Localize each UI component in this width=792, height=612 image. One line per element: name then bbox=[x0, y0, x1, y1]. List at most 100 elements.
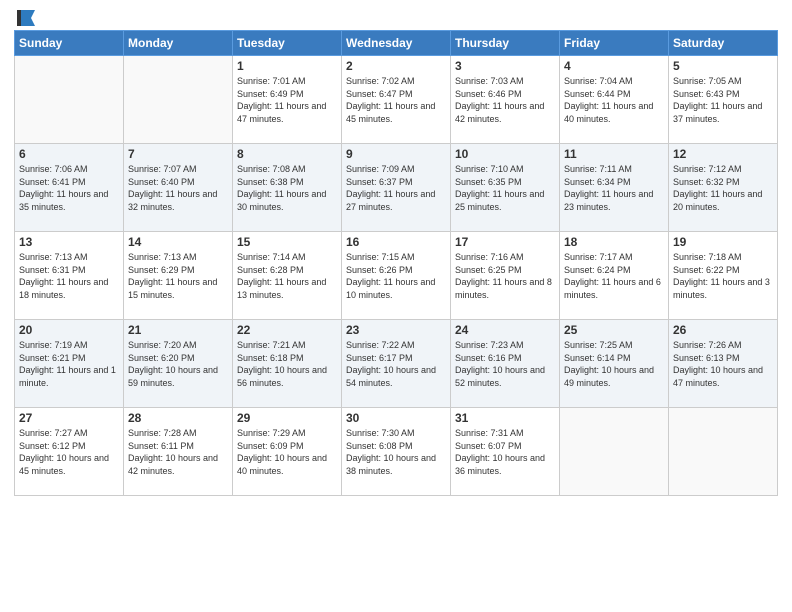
day-info: Sunrise: 7:14 AM Sunset: 6:28 PM Dayligh… bbox=[237, 251, 337, 301]
day-number: 30 bbox=[346, 411, 446, 425]
day-number: 29 bbox=[237, 411, 337, 425]
calendar-cell: 27 Sunrise: 7:27 AM Sunset: 6:12 PM Dayli… bbox=[15, 408, 124, 496]
day-info: Sunrise: 7:29 AM Sunset: 6:09 PM Dayligh… bbox=[237, 427, 337, 477]
calendar-cell: 15 Sunrise: 7:14 AM Sunset: 6:28 PM Dayli… bbox=[233, 232, 342, 320]
day-info: Sunrise: 7:15 AM Sunset: 6:26 PM Dayligh… bbox=[346, 251, 446, 301]
day-number: 18 bbox=[564, 235, 664, 249]
day-info: Sunrise: 7:01 AM Sunset: 6:49 PM Dayligh… bbox=[237, 75, 337, 125]
calendar-week-3: 20Sunrise: 7:19 AM Sunset: 6:21 PM Dayli… bbox=[15, 320, 778, 408]
day-number: 7 bbox=[128, 147, 228, 161]
day-info: Sunrise: 7:21 AM Sunset: 6:18 PM Dayligh… bbox=[237, 339, 337, 389]
calendar-cell: 1 Sunrise: 7:01 AM Sunset: 6:49 PM Daylig… bbox=[233, 56, 342, 144]
calendar-cell: 7 Sunrise: 7:07 AM Sunset: 6:40 PM Daylig… bbox=[124, 144, 233, 232]
day-number: 19 bbox=[673, 235, 773, 249]
calendar-cell: 29 Sunrise: 7:29 AM Sunset: 6:09 PM Dayli… bbox=[233, 408, 342, 496]
calendar-cell bbox=[124, 56, 233, 144]
day-header-tuesday: Tuesday bbox=[233, 31, 342, 56]
calendar-cell: 31 Sunrise: 7:31 AM Sunset: 6:07 PM Dayli… bbox=[451, 408, 560, 496]
day-info: Sunrise: 7:27 AM Sunset: 6:12 PM Dayligh… bbox=[19, 427, 119, 477]
calendar-cell: 2 Sunrise: 7:02 AM Sunset: 6:47 PM Daylig… bbox=[342, 56, 451, 144]
day-number: 15 bbox=[237, 235, 337, 249]
day-info: Sunrise: 7:12 AM Sunset: 6:32 PM Dayligh… bbox=[673, 163, 773, 213]
day-header-saturday: Saturday bbox=[669, 31, 778, 56]
day-info: Sunrise: 7:26 AM Sunset: 6:13 PM Dayligh… bbox=[673, 339, 773, 389]
day-info: Sunrise: 7:08 AM Sunset: 6:38 PM Dayligh… bbox=[237, 163, 337, 213]
day-number: 23 bbox=[346, 323, 446, 337]
logo-flag-icon bbox=[17, 10, 35, 26]
day-info: Sunrise: 7:11 AM Sunset: 6:34 PM Dayligh… bbox=[564, 163, 664, 213]
day-header-thursday: Thursday bbox=[451, 31, 560, 56]
day-number: 11 bbox=[564, 147, 664, 161]
day-number: 31 bbox=[455, 411, 555, 425]
day-info: Sunrise: 7:13 AM Sunset: 6:29 PM Dayligh… bbox=[128, 251, 228, 301]
day-info: Sunrise: 7:22 AM Sunset: 6:17 PM Dayligh… bbox=[346, 339, 446, 389]
day-header-monday: Monday bbox=[124, 31, 233, 56]
day-number: 21 bbox=[128, 323, 228, 337]
calendar-week-0: 1 Sunrise: 7:01 AM Sunset: 6:49 PM Daylig… bbox=[15, 56, 778, 144]
logo bbox=[14, 10, 35, 24]
day-number: 13 bbox=[19, 235, 119, 249]
day-number: 10 bbox=[455, 147, 555, 161]
day-number: 6 bbox=[19, 147, 119, 161]
calendar-cell: 13 Sunrise: 7:13 AM Sunset: 6:31 PM Dayli… bbox=[15, 232, 124, 320]
calendar-cell: 20Sunrise: 7:19 AM Sunset: 6:21 PM Dayli… bbox=[15, 320, 124, 408]
calendar-week-2: 13 Sunrise: 7:13 AM Sunset: 6:31 PM Dayli… bbox=[15, 232, 778, 320]
day-info: Sunrise: 7:30 AM Sunset: 6:08 PM Dayligh… bbox=[346, 427, 446, 477]
day-header-wednesday: Wednesday bbox=[342, 31, 451, 56]
calendar-cell: 11 Sunrise: 7:11 AM Sunset: 6:34 PM Dayli… bbox=[560, 144, 669, 232]
day-info: Sunrise: 7:19 AM Sunset: 6:21 PM Dayligh… bbox=[19, 339, 119, 389]
calendar-cell: 25 Sunrise: 7:25 AM Sunset: 6:14 PM Dayli… bbox=[560, 320, 669, 408]
day-info: Sunrise: 7:23 AM Sunset: 6:16 PM Dayligh… bbox=[455, 339, 555, 389]
day-info: Sunrise: 7:03 AM Sunset: 6:46 PM Dayligh… bbox=[455, 75, 555, 125]
day-info: Sunrise: 7:16 AM Sunset: 6:25 PM Dayligh… bbox=[455, 251, 555, 301]
header bbox=[14, 10, 778, 24]
day-info: Sunrise: 7:18 AM Sunset: 6:22 PM Dayligh… bbox=[673, 251, 773, 301]
day-header-sunday: Sunday bbox=[15, 31, 124, 56]
day-info: Sunrise: 7:04 AM Sunset: 6:44 PM Dayligh… bbox=[564, 75, 664, 125]
day-number: 8 bbox=[237, 147, 337, 161]
day-info: Sunrise: 7:07 AM Sunset: 6:40 PM Dayligh… bbox=[128, 163, 228, 213]
calendar-cell: 3 Sunrise: 7:03 AM Sunset: 6:46 PM Daylig… bbox=[451, 56, 560, 144]
calendar-cell bbox=[669, 408, 778, 496]
calendar-table: SundayMondayTuesdayWednesdayThursdayFrid… bbox=[14, 30, 778, 496]
day-info: Sunrise: 7:25 AM Sunset: 6:14 PM Dayligh… bbox=[564, 339, 664, 389]
calendar-cell: 9 Sunrise: 7:09 AM Sunset: 6:37 PM Daylig… bbox=[342, 144, 451, 232]
calendar-cell: 6Sunrise: 7:06 AM Sunset: 6:41 PM Daylig… bbox=[15, 144, 124, 232]
day-number: 14 bbox=[128, 235, 228, 249]
calendar-cell: 23 Sunrise: 7:22 AM Sunset: 6:17 PM Dayli… bbox=[342, 320, 451, 408]
day-number: 9 bbox=[346, 147, 446, 161]
day-info: Sunrise: 7:13 AM Sunset: 6:31 PM Dayligh… bbox=[19, 251, 119, 301]
day-info: Sunrise: 7:02 AM Sunset: 6:47 PM Dayligh… bbox=[346, 75, 446, 125]
day-number: 5 bbox=[673, 59, 773, 73]
day-number: 25 bbox=[564, 323, 664, 337]
calendar-cell: 22Sunrise: 7:21 AM Sunset: 6:18 PM Dayli… bbox=[233, 320, 342, 408]
day-info: Sunrise: 7:17 AM Sunset: 6:24 PM Dayligh… bbox=[564, 251, 664, 301]
page: SundayMondayTuesdayWednesdayThursdayFrid… bbox=[0, 0, 792, 612]
day-number: 1 bbox=[237, 59, 337, 73]
day-info: Sunrise: 7:31 AM Sunset: 6:07 PM Dayligh… bbox=[455, 427, 555, 477]
day-number: 3 bbox=[455, 59, 555, 73]
day-number: 27 bbox=[19, 411, 119, 425]
calendar-cell: 12Sunrise: 7:12 AM Sunset: 6:32 PM Dayli… bbox=[669, 144, 778, 232]
calendar-cell: 18 Sunrise: 7:17 AM Sunset: 6:24 PM Dayli… bbox=[560, 232, 669, 320]
day-header-friday: Friday bbox=[560, 31, 669, 56]
day-info: Sunrise: 7:10 AM Sunset: 6:35 PM Dayligh… bbox=[455, 163, 555, 213]
day-number: 17 bbox=[455, 235, 555, 249]
calendar-cell: 30 Sunrise: 7:30 AM Sunset: 6:08 PM Dayli… bbox=[342, 408, 451, 496]
calendar-week-4: 27 Sunrise: 7:27 AM Sunset: 6:12 PM Dayli… bbox=[15, 408, 778, 496]
calendar-cell: 26Sunrise: 7:26 AM Sunset: 6:13 PM Dayli… bbox=[669, 320, 778, 408]
logo-row bbox=[14, 10, 35, 26]
day-number: 28 bbox=[128, 411, 228, 425]
calendar-cell: 28Sunrise: 7:28 AM Sunset: 6:11 PM Dayli… bbox=[124, 408, 233, 496]
day-info: Sunrise: 7:09 AM Sunset: 6:37 PM Dayligh… bbox=[346, 163, 446, 213]
calendar-cell: 17 Sunrise: 7:16 AM Sunset: 6:25 PM Dayli… bbox=[451, 232, 560, 320]
day-number: 16 bbox=[346, 235, 446, 249]
day-number: 4 bbox=[564, 59, 664, 73]
day-info: Sunrise: 7:20 AM Sunset: 6:20 PM Dayligh… bbox=[128, 339, 228, 389]
calendar-week-1: 6Sunrise: 7:06 AM Sunset: 6:41 PM Daylig… bbox=[15, 144, 778, 232]
calendar-cell: 21 Sunrise: 7:20 AM Sunset: 6:20 PM Dayli… bbox=[124, 320, 233, 408]
calendar-header-row: SundayMondayTuesdayWednesdayThursdayFrid… bbox=[15, 31, 778, 56]
day-number: 2 bbox=[346, 59, 446, 73]
calendar-cell: 8 Sunrise: 7:08 AM Sunset: 6:38 PM Daylig… bbox=[233, 144, 342, 232]
calendar-cell bbox=[15, 56, 124, 144]
